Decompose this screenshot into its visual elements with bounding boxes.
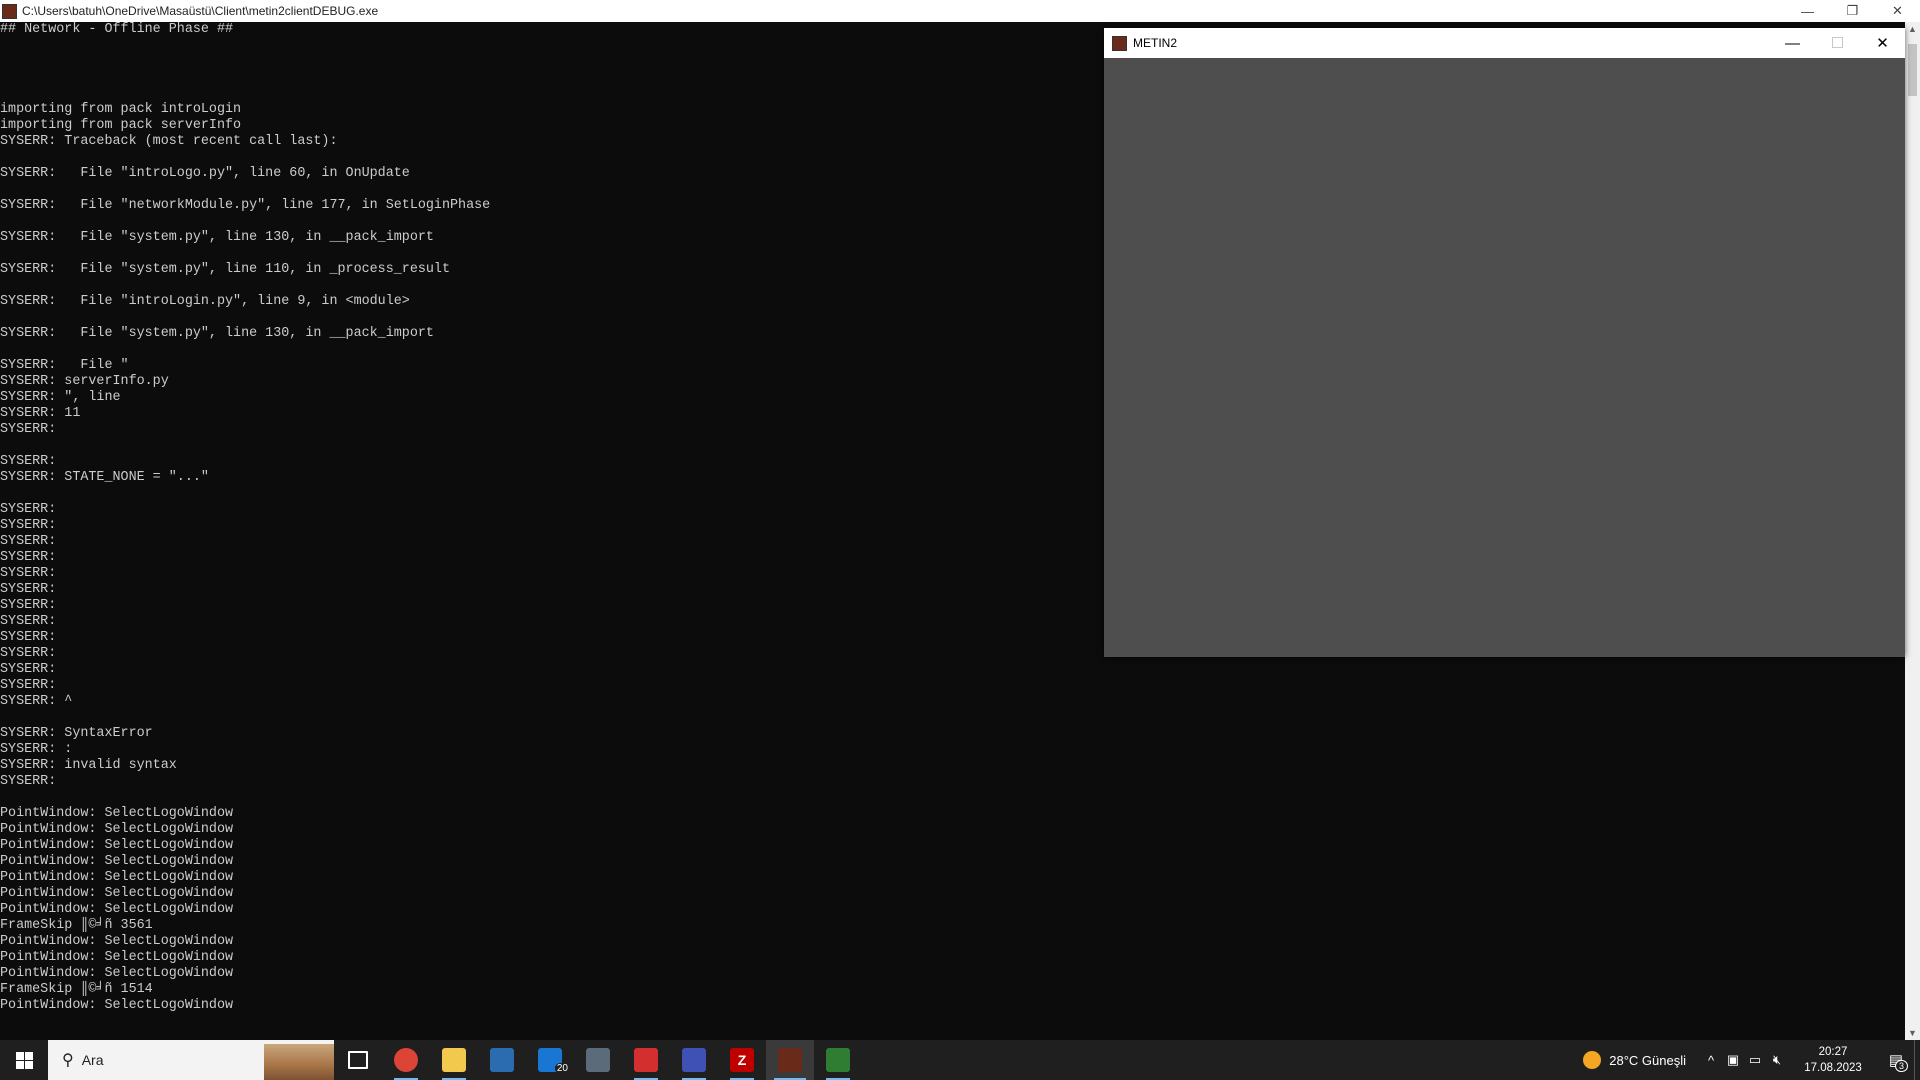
show-desktop-button[interactable]	[1914, 1040, 1920, 1080]
weather-widget[interactable]: 28°C Güneşli	[1583, 1051, 1686, 1069]
taskbar-app-metin2[interactable]	[766, 1040, 814, 1080]
taskbar-clock[interactable]: 20:27 17.08.2023	[1794, 1044, 1872, 1076]
notification-count: 3	[1894, 1060, 1908, 1072]
search-icon: ⚲	[62, 1052, 74, 1069]
camera-icon[interactable]: ▣	[1722, 1052, 1744, 1068]
weather-text: 28°C Güneşli	[1609, 1052, 1686, 1068]
windows-logo-icon	[15, 1051, 33, 1069]
metin2-close-button[interactable]: ✕	[1860, 28, 1905, 58]
task-view-button[interactable]	[334, 1040, 382, 1080]
metin2-window: METIN2 — ☐ ✕	[1104, 28, 1905, 657]
mail-unread-badge: 20	[554, 1063, 570, 1074]
scrollbar-thumb[interactable]	[1908, 44, 1917, 96]
file-explorer-icon	[442, 1048, 466, 1072]
metin2-icon	[778, 1048, 802, 1072]
taskbar-app-network-tool[interactable]	[670, 1040, 718, 1080]
system-tray: 28°C Güneşli ^ ▣ ▭ 🔇︎ 20:27 17.08.2023 ▤…	[1583, 1040, 1920, 1080]
task-monitor-icon	[826, 1048, 850, 1072]
close-button[interactable]: ✕	[1875, 0, 1920, 22]
taskbar-app-store[interactable]	[478, 1040, 526, 1080]
speaker-muted-icon[interactable]: 🔇︎	[1766, 1052, 1788, 1068]
taskbar-app-mail[interactable]: 20	[526, 1040, 574, 1080]
clock-time: 20:27	[1818, 1046, 1848, 1058]
sun-icon	[1583, 1051, 1602, 1069]
task-view-icon	[348, 1051, 368, 1069]
console-window-controls: — ❐ ✕	[1785, 0, 1920, 22]
taskbar-app-filezilla[interactable]: Z	[718, 1040, 766, 1080]
console-scrollbar[interactable]: ▲ ▼	[1905, 22, 1920, 1040]
taskbar-app-task-monitor[interactable]	[814, 1040, 862, 1080]
search-placeholder: Ara	[81, 1052, 104, 1068]
console-window-title: C:\Users\batuh\OneDrive\Masaüstü\Client\…	[22, 4, 379, 18]
metin2-app-icon	[1112, 35, 1127, 51]
network-tool-icon	[682, 1048, 706, 1072]
clock-date: 17.08.2023	[1804, 1062, 1862, 1074]
filezilla-icon: Z	[730, 1048, 754, 1072]
start-button[interactable]	[0, 1040, 48, 1080]
metin2-minimize-button[interactable]: —	[1770, 28, 1815, 58]
console-titlebar[interactable]: C:\Users\batuh\OneDrive\Masaüstü\Client\…	[0, 0, 1920, 22]
calculator-icon	[586, 1048, 610, 1072]
metin2-client-area[interactable]	[1104, 58, 1905, 657]
search-highlight-illustration-icon	[264, 1044, 334, 1080]
metin2-app-icon	[2, 3, 17, 19]
taskbar: ⚲ Ara 20 Z 28°C Güneşli ^ ▣ ▭ 🔇︎ 20:27 17…	[0, 1040, 1920, 1080]
taskbar-app-pdf-reader[interactable]	[622, 1040, 670, 1080]
taskbar-search[interactable]: ⚲ Ara	[48, 1040, 334, 1080]
chevron-up-icon[interactable]: ^	[1700, 1053, 1722, 1068]
pdf-reader-icon	[634, 1048, 658, 1072]
taskbar-app-file-explorer[interactable]	[430, 1040, 478, 1080]
restore-button[interactable]: ❐	[1830, 0, 1875, 22]
scroll-down-arrow-icon[interactable]: ▼	[1908, 1028, 1917, 1038]
minimize-button[interactable]: —	[1785, 0, 1830, 22]
network-icon[interactable]: ▭	[1744, 1052, 1766, 1068]
scroll-up-arrow-icon[interactable]: ▲	[1908, 24, 1917, 34]
metin2-window-controls: — ☐ ✕	[1770, 28, 1905, 58]
taskbar-pinned-apps: 20 Z	[382, 1040, 862, 1080]
store-icon	[490, 1048, 514, 1072]
notifications-button[interactable]: ▤ 3	[1878, 1040, 1914, 1080]
chrome-icon	[394, 1048, 418, 1072]
metin2-window-title: METIN2	[1133, 36, 1178, 50]
metin2-maximize-button: ☐	[1830, 35, 1845, 52]
metin2-titlebar[interactable]: METIN2 — ☐ ✕	[1104, 28, 1905, 58]
taskbar-app-chrome[interactable]	[382, 1040, 430, 1080]
taskbar-app-calculator[interactable]	[574, 1040, 622, 1080]
